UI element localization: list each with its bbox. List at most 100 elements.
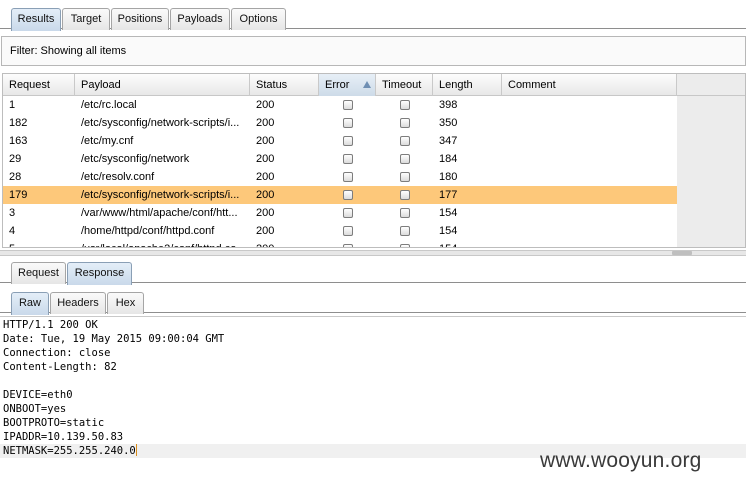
cell-comment [502, 168, 677, 186]
table-row[interactable]: 28/etc/resolv.conf 200 180 [3, 168, 677, 186]
cell-error [319, 168, 376, 186]
cell-length: 180 [439, 171, 458, 183]
timeout-checkbox[interactable] [400, 244, 410, 247]
cell-error [319, 186, 376, 204]
cell-error [319, 204, 376, 222]
cell-payload: /etc/sysconfig/network [81, 153, 190, 165]
sort-ascending-icon [363, 81, 371, 88]
cell-request: 5 [3, 240, 75, 247]
response-line: NETMASK=255.255.240.0 [3, 444, 137, 458]
table-row[interactable]: 3/var/www/html/apache/conf/htt... 200 154 [3, 204, 677, 222]
divider-grip-icon[interactable] [672, 251, 692, 255]
response-line-text: NETMASK=255.255.240.0 [3, 445, 136, 457]
tab-response[interactable]: Response [67, 262, 132, 285]
table-row[interactable]: 5/usr/local/apache2/conf/httpd.co...200 1… [3, 240, 677, 247]
column-header-length[interactable]: Length [433, 74, 502, 96]
table-row[interactable]: 29/etc/sysconfig/network 200 184 [3, 150, 677, 168]
cell-payload: /home/httpd/conf/httpd.conf [81, 225, 215, 237]
tab-target[interactable]: Target [62, 8, 110, 30]
response-line: DEVICE=eth0 [3, 388, 73, 402]
tab-hex[interactable]: Hex [107, 292, 144, 314]
tab-request[interactable]: Request [11, 262, 66, 284]
cell-status: 200 [256, 99, 275, 111]
table-header: Request Payload Status Error Timeout Len… [3, 74, 677, 96]
error-checkbox[interactable] [343, 118, 353, 128]
error-checkbox[interactable] [343, 172, 353, 182]
cell-error [319, 132, 376, 150]
table-row[interactable]: 182/etc/sysconfig/network-scripts/i... 20… [3, 114, 677, 132]
cell-status: 200 [256, 225, 275, 237]
timeout-checkbox[interactable] [400, 154, 410, 164]
cell-error [319, 240, 376, 247]
timeout-checkbox[interactable] [400, 100, 410, 110]
intruder-tabbar: Results Target Positions Payloads Option… [0, 5, 746, 31]
response-line: IPADDR=10.139.50.83 [3, 430, 123, 444]
column-header-status[interactable]: Status [250, 74, 319, 96]
timeout-checkbox[interactable] [400, 136, 410, 146]
error-checkbox[interactable] [343, 100, 353, 110]
cell-payload: /etc/my.cnf [81, 135, 134, 147]
error-checkbox[interactable] [343, 226, 353, 236]
timeout-checkbox[interactable] [400, 190, 410, 200]
column-header-error[interactable]: Error [319, 74, 376, 96]
cell-request: 3 [9, 207, 16, 219]
cell-error [319, 114, 376, 132]
cell-error [319, 150, 376, 168]
split-pane-divider[interactable] [0, 250, 746, 256]
tab-headers[interactable]: Headers [50, 292, 106, 314]
cell-comment [502, 186, 677, 204]
cell-timeout [376, 168, 433, 186]
tab-payloads[interactable]: Payloads [170, 8, 230, 30]
timeout-checkbox[interactable] [400, 208, 410, 218]
cell-request: 163 [9, 135, 28, 147]
response-line-text: IPADDR=10.139.50.83 [3, 431, 124, 443]
response-line-text: Date: Tue, 19 May 2015 09:00:04 GMT [3, 333, 225, 345]
tab-positions[interactable]: Positions [111, 8, 169, 30]
response-line-text: BOOTPROTO=static [3, 417, 105, 429]
cell-status: 200 [256, 171, 275, 183]
column-header-request[interactable]: Request [3, 74, 75, 96]
cell-comment [502, 96, 677, 114]
error-checkbox[interactable] [343, 190, 353, 200]
filter-bar[interactable]: Filter: Showing all items [1, 36, 746, 66]
timeout-checkbox[interactable] [400, 118, 410, 128]
response-line: HTTP/1.1 200 OK [3, 318, 98, 332]
cell-status: 200 [256, 135, 275, 147]
error-checkbox[interactable] [343, 154, 353, 164]
cell-length: 184 [439, 153, 458, 165]
timeout-checkbox[interactable] [400, 172, 410, 182]
table-row[interactable]: 1/etc/rc.local 200 398 [3, 96, 677, 114]
cell-timeout [376, 132, 433, 150]
cell-payload: /etc/rc.local [81, 99, 137, 111]
column-header-payload[interactable]: Payload [75, 74, 250, 96]
error-checkbox[interactable] [343, 208, 353, 218]
tab-results[interactable]: Results [11, 8, 61, 31]
timeout-checkbox[interactable] [400, 226, 410, 236]
error-checkbox[interactable] [343, 136, 353, 146]
cell-length: 350 [439, 117, 458, 129]
cell-status: 200 [256, 117, 275, 129]
cell-timeout [376, 114, 433, 132]
response-line-text: ONBOOT=yes [3, 403, 67, 415]
response-line: Date: Tue, 19 May 2015 09:00:04 GMT [3, 332, 224, 346]
table-row[interactable]: 163/etc/my.cnf 200 347 [3, 132, 677, 150]
cell-timeout [376, 186, 433, 204]
cell-comment [502, 132, 677, 150]
cell-length: 154 [439, 207, 458, 219]
tab-options[interactable]: Options [231, 8, 286, 30]
column-header-comment[interactable]: Comment [502, 74, 677, 96]
cell-length: 398 [439, 99, 458, 111]
watermark: www.wooyun.org [540, 449, 702, 472]
cell-status: 200 [256, 189, 275, 201]
response-line-text: DEVICE=eth0 [3, 389, 73, 401]
error-checkbox[interactable] [343, 244, 353, 247]
column-header-timeout[interactable]: Timeout [376, 74, 433, 96]
text-caret [135, 444, 137, 456]
table-empty-area [677, 96, 745, 247]
table-row[interactable]: 179/etc/sysconfig/network-scripts/i... 20… [3, 186, 677, 204]
table-row[interactable]: 4/home/httpd/conf/httpd.conf 200 154 [3, 222, 677, 240]
cell-request: 4 [9, 225, 16, 237]
tab-raw[interactable]: Raw [11, 292, 49, 315]
response-line: BOOTPROTO=static [3, 416, 104, 430]
cell-comment [502, 114, 677, 132]
